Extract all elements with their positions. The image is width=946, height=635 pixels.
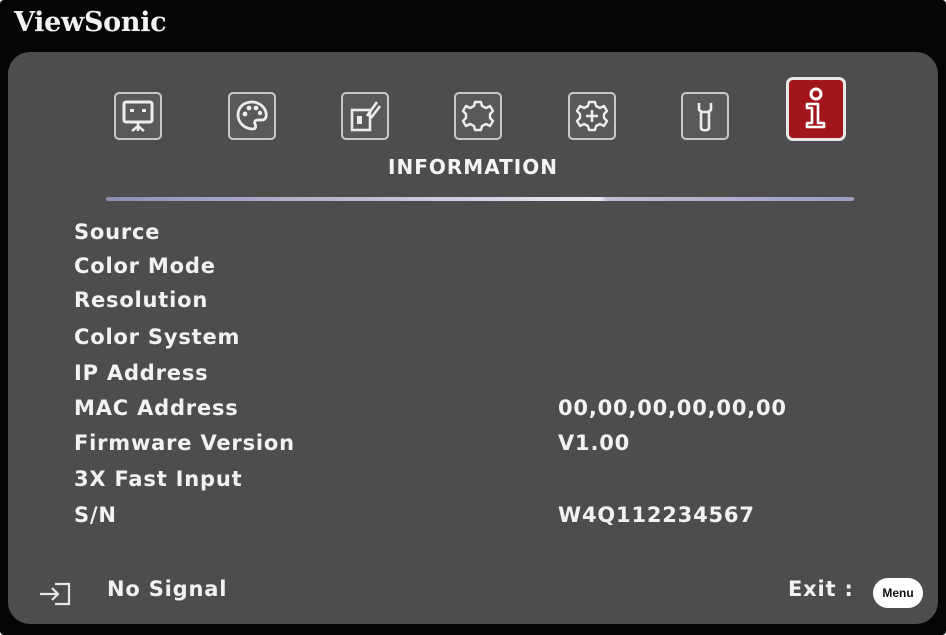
info-row-serial-number: S/N W4Q112234567 <box>74 503 874 533</box>
brand-logo: ViewSonic <box>14 7 167 38</box>
info-label: IP Address <box>74 361 209 385</box>
menu-button[interactable]: Menu <box>873 578 923 608</box>
info-row-resolution: Resolution <box>74 288 874 318</box>
exit-label: Exit : <box>788 577 854 601</box>
title-divider <box>106 197 854 201</box>
projector-screen-icon <box>122 100 154 132</box>
info-value: 00,00,00,00,00,00 <box>558 396 787 420</box>
info-value: W4Q112234567 <box>558 503 755 527</box>
tab-display[interactable] <box>114 92 162 140</box>
info-label: Firmware Version <box>74 431 295 455</box>
info-value: V1.00 <box>558 431 631 455</box>
info-label: Color Mode <box>74 254 216 278</box>
tab-system[interactable] <box>681 92 729 140</box>
info-label: 3X Fast Input <box>74 467 243 491</box>
info-label: S/N <box>74 503 117 527</box>
info-row-firmware-version: Firmware Version V1.00 <box>74 431 874 461</box>
info-label: Source <box>74 220 161 244</box>
menu-panel: INFORMATION Source Color Mode Resolution… <box>8 52 938 624</box>
info-row-mac-address: MAC Address 00,00,00,00,00,00 <box>74 396 874 426</box>
palette-icon <box>236 100 268 131</box>
info-label: MAC Address <box>74 396 239 420</box>
tab-information[interactable] <box>786 77 846 141</box>
wrench-icon <box>697 103 713 132</box>
panel-title: INFORMATION <box>388 155 558 179</box>
projector-osd-menu: ViewSonic INFORMATION Source Color Mode … <box>0 0 946 635</box>
info-row-3x-fast-input: 3X Fast Input <box>74 467 874 497</box>
tab-basic[interactable] <box>454 92 502 140</box>
power-plug-icon <box>350 101 382 132</box>
gear-icon <box>461 100 495 132</box>
input-source-icon <box>40 582 71 606</box>
info-icon <box>805 87 826 129</box>
info-row-source: Source <box>74 220 874 250</box>
gear-plus-icon <box>575 100 609 132</box>
info-row-ip-address: IP Address <box>74 361 874 391</box>
info-label: Color System <box>74 325 241 349</box>
tab-advanced[interactable] <box>568 92 616 140</box>
signal-status: No Signal <box>107 577 228 601</box>
tab-image-setting[interactable] <box>228 92 276 140</box>
tab-power-management[interactable] <box>341 92 389 140</box>
info-row-color-system: Color System <box>74 325 874 355</box>
info-row-color-mode: Color Mode <box>74 254 874 284</box>
info-label: Resolution <box>74 288 209 312</box>
